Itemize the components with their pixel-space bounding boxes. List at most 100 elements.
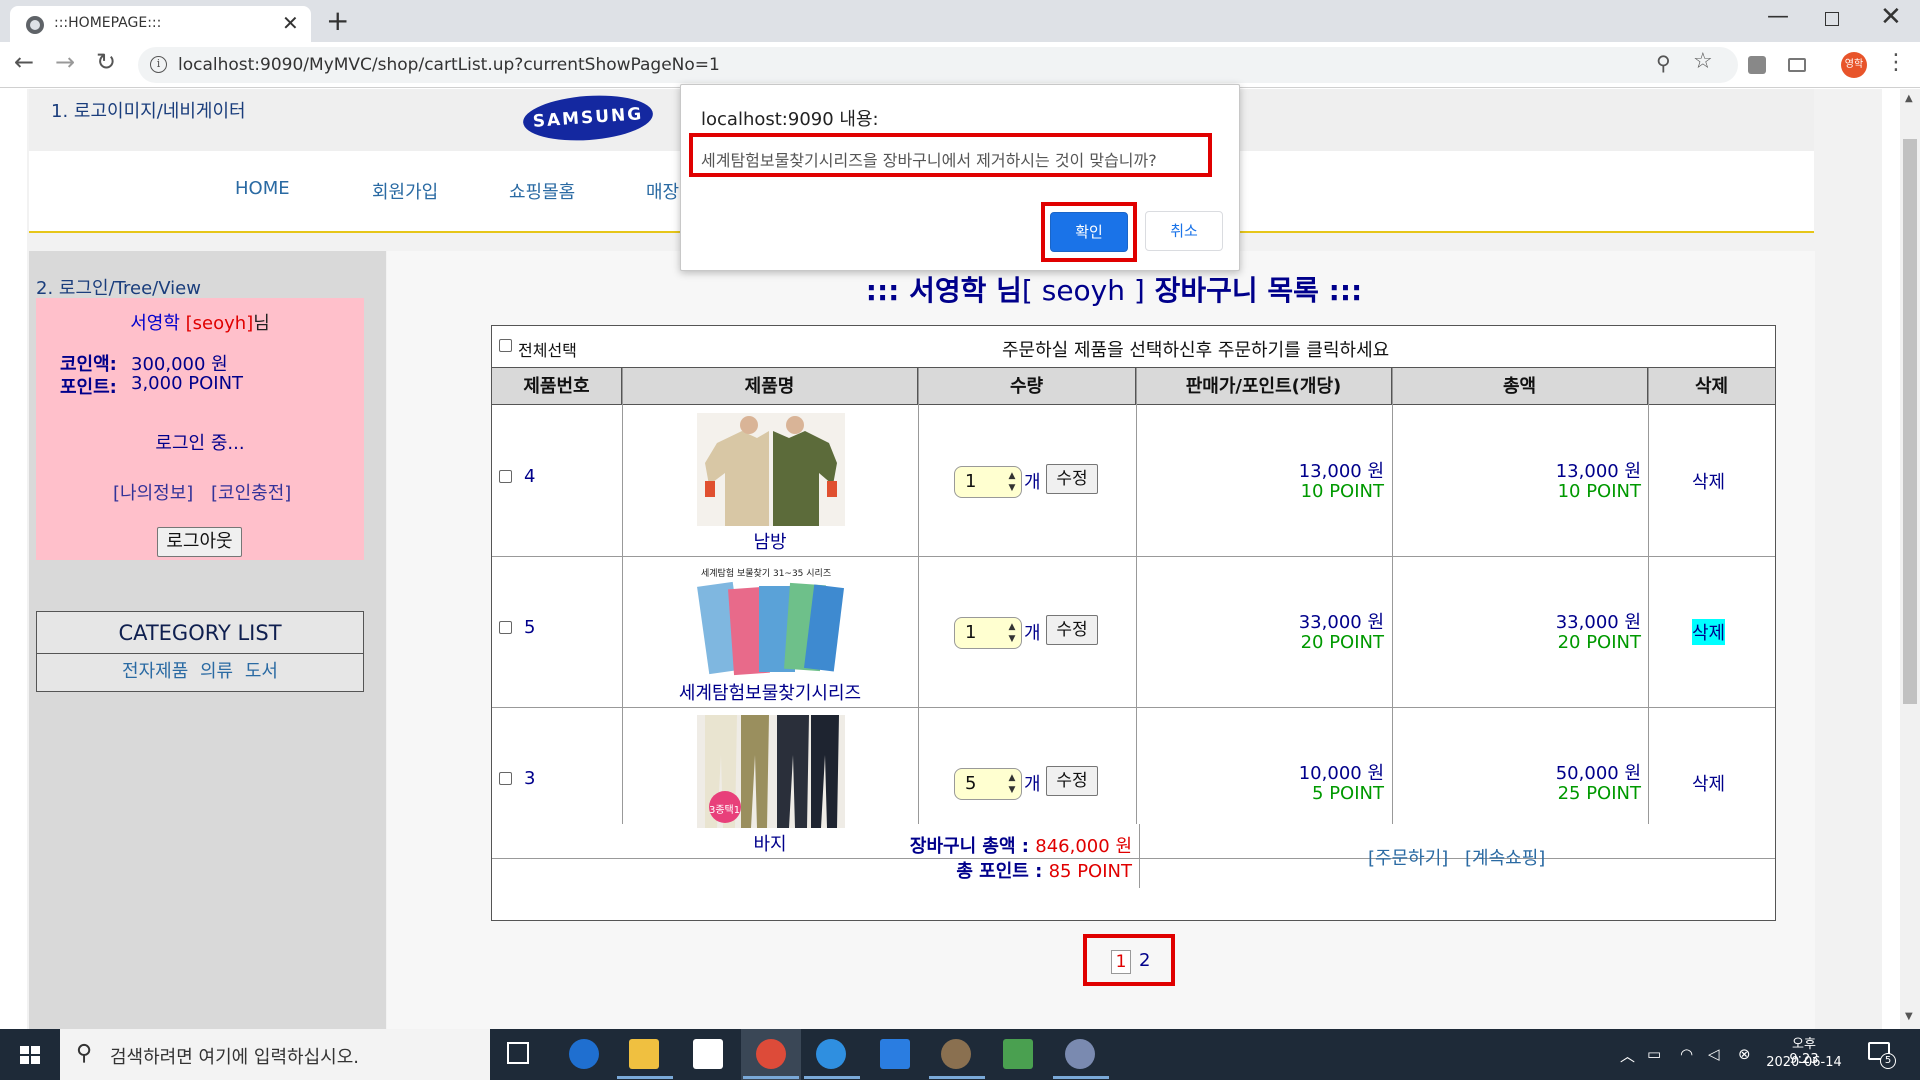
battery-icon[interactable]: ▭	[1647, 1045, 1661, 1063]
zoom-icon[interactable]: ⚲	[1656, 51, 1671, 75]
paint-icon[interactable]	[1065, 1039, 1095, 1069]
cancel-button[interactable]: 취소	[1145, 211, 1223, 251]
browser-menu-icon[interactable]: ⋮	[1885, 50, 1907, 75]
spinner-icon[interactable]: ▲ ▼	[1006, 621, 1018, 645]
window-close-icon[interactable]: ✕	[1880, 2, 1902, 32]
cart-table: 전체선택 주문하실 제품을 선택하신후 주문하기를 클릭하세요 제품번호 제품명…	[491, 325, 1776, 921]
edge-icon[interactable]	[569, 1039, 599, 1069]
col-product-name: 제품명	[622, 368, 918, 405]
row-checkbox[interactable]	[499, 772, 512, 785]
mute-icon[interactable]: ⊗	[1738, 1045, 1751, 1063]
quantity-stepper[interactable]: 1 ▲ ▼	[954, 466, 1022, 498]
file-explorer-icon[interactable]	[629, 1039, 659, 1069]
nav-home[interactable]: HOME	[235, 178, 290, 199]
edit-quantity-button[interactable]: 수정	[1046, 766, 1098, 796]
category-books[interactable]: 도서	[245, 661, 278, 682]
logout-button[interactable]: 로그아웃	[157, 527, 242, 557]
scroll-down-icon[interactable]: ▼	[1905, 1011, 1913, 1022]
ie-icon[interactable]	[816, 1039, 846, 1069]
quantity-value[interactable]: 1	[965, 622, 976, 643]
nav-store[interactable]: 매장	[646, 178, 679, 204]
cast-icon[interactable]	[1788, 58, 1806, 72]
edit-quantity-button[interactable]: 수정	[1046, 615, 1098, 645]
confirm-dialog: localhost:9090 내용: 세계탐험보물찾기시리즈을 장바구니에서 제…	[680, 84, 1240, 271]
row-checkbox[interactable]	[499, 470, 512, 483]
task-view-icon[interactable]	[507, 1042, 529, 1064]
product-image-shirt[interactable]	[697, 413, 845, 526]
my-info-link[interactable]: [나의정보]	[113, 479, 193, 505]
delete-link[interactable]: 삭제	[1692, 770, 1725, 796]
running-indicator	[804, 1076, 860, 1079]
nav-shop-home[interactable]: 쇼핑몰홈	[509, 178, 575, 204]
product-name[interactable]: 세계탐험보물찾기시리즈	[622, 679, 918, 705]
spinner-icon[interactable]: ▲ ▼	[1006, 470, 1018, 494]
product-name[interactable]: 남방	[622, 528, 918, 554]
clock-date[interactable]: 2020-06-14	[1766, 1055, 1842, 1070]
coin-charge-link[interactable]: [코인충전]	[211, 479, 291, 505]
media-icon[interactable]	[1003, 1039, 1033, 1069]
close-tab-icon[interactable]: ✕	[282, 11, 299, 35]
page-scrollbar[interactable]: ▲ ▼	[1900, 89, 1920, 1029]
order-link[interactable]: [주문하기]	[1368, 844, 1448, 870]
browser-tab[interactable]: :::HOMEPAGE::: ✕	[10, 6, 311, 42]
start-button[interactable]	[0, 1029, 60, 1080]
scroll-thumb[interactable]	[1903, 139, 1917, 704]
unit-price: 33,000 원	[1298, 612, 1384, 633]
row-checkbox[interactable]	[499, 621, 512, 634]
category-title: CATEGORY LIST	[37, 612, 363, 654]
delete-link[interactable]: 삭제	[1692, 619, 1726, 645]
tab-strip: :::HOMEPAGE::: ✕ + — ✕	[0, 0, 1920, 42]
nav-signup[interactable]: 회원가입	[372, 178, 438, 204]
wifi-icon[interactable]: ◠	[1680, 1045, 1693, 1063]
scroll-up-icon[interactable]: ▲	[1905, 93, 1913, 104]
product-image-book[interactable]: 세계탐험 보물찾기 31~35 시리즈	[697, 564, 845, 677]
back-icon[interactable]: ←	[14, 48, 34, 76]
spinner-icon[interactable]: ▲ ▼	[1006, 772, 1018, 796]
eclipse-icon[interactable]	[941, 1039, 971, 1069]
select-all-label: 전체선택	[518, 341, 577, 360]
reload-icon[interactable]: ↻	[96, 48, 116, 76]
forward-icon[interactable]: →	[55, 48, 75, 76]
new-tab-icon[interactable]: +	[326, 4, 349, 37]
url-text[interactable]: localhost:9090/MyMVC/shop/cartList.up?cu…	[178, 55, 720, 75]
col-quantity: 수량	[918, 368, 1136, 405]
delete-link[interactable]: 삭제	[1692, 468, 1725, 494]
login-section-label: 2. 로그인/Tree/View	[36, 278, 201, 299]
select-all-checkbox[interactable]	[499, 339, 512, 352]
product-image-pants[interactable]: 3종택1	[697, 715, 845, 828]
quantity-value[interactable]: 5	[965, 773, 976, 794]
quantity-stepper[interactable]: 5 ▲ ▼	[954, 768, 1022, 800]
quantity-stepper[interactable]: 1 ▲ ▼	[954, 617, 1022, 649]
mail-icon[interactable]	[880, 1039, 910, 1069]
maximize-icon[interactable]	[1825, 12, 1839, 26]
cart-title-prefix: ::: 서영학 님	[865, 274, 1022, 307]
dialog-message-highlight: 세계탐험보물찾기시리즈을 장바구니에서 제거하시는 것이 맞습니까?	[689, 133, 1212, 177]
ok-button[interactable]: 확인	[1050, 212, 1128, 252]
category-electronics[interactable]: 전자제품	[122, 661, 188, 682]
info-icon[interactable]: i	[150, 56, 167, 73]
chrome-taskbar-button[interactable]	[741, 1029, 801, 1080]
bookmark-star-icon[interactable]: ☆	[1693, 49, 1713, 74]
extension-icon[interactable]	[1748, 56, 1766, 74]
taskbar-search[interactable]: ⚲ 검색하려면 여기에 입력하십시오.	[60, 1029, 490, 1080]
unit-price: 13,000 원	[1298, 461, 1384, 482]
cart-instruction: 주문하실 제품을 선택하신후 주문하기를 클릭하세요	[1002, 340, 1390, 361]
volume-icon[interactable]: ◁	[1708, 1045, 1720, 1063]
edit-quantity-button[interactable]: 수정	[1046, 464, 1098, 494]
page-1[interactable]: 1	[1111, 950, 1131, 974]
continue-shopping-link[interactable]: [계속쇼핑]	[1465, 844, 1545, 870]
page-2[interactable]: 2	[1139, 950, 1150, 971]
store-icon[interactable]	[693, 1039, 723, 1069]
quantity-value[interactable]: 1	[965, 471, 976, 492]
taskbar-search-placeholder[interactable]: 검색하려면 여기에 입력하십시오.	[110, 1043, 359, 1069]
cart-summary: 장바구니 총액 : 846,000 원 총 포인트 : 85 POINT [주문…	[492, 824, 1775, 920]
login-user: 서영학 [seoyh]님	[36, 309, 364, 335]
category-clothing[interactable]: 의류	[200, 661, 233, 682]
tray-expand-icon[interactable]: ︿	[1620, 1045, 1635, 1066]
profile-avatar[interactable]: 영학	[1841, 52, 1867, 78]
windows-taskbar: ⚲ 검색하려면 여기에 입력하십시오. ︿ ▭ ◠ ◁ ⊗ 오후 9:23 20…	[0, 1029, 1920, 1080]
cart-total-value: 846,000 원	[1035, 836, 1132, 857]
minimize-icon[interactable]: —	[1767, 4, 1789, 29]
running-indicator	[617, 1076, 673, 1079]
address-bar[interactable]: i localhost:9090/MyMVC/shop/cartList.up?…	[138, 47, 1738, 83]
